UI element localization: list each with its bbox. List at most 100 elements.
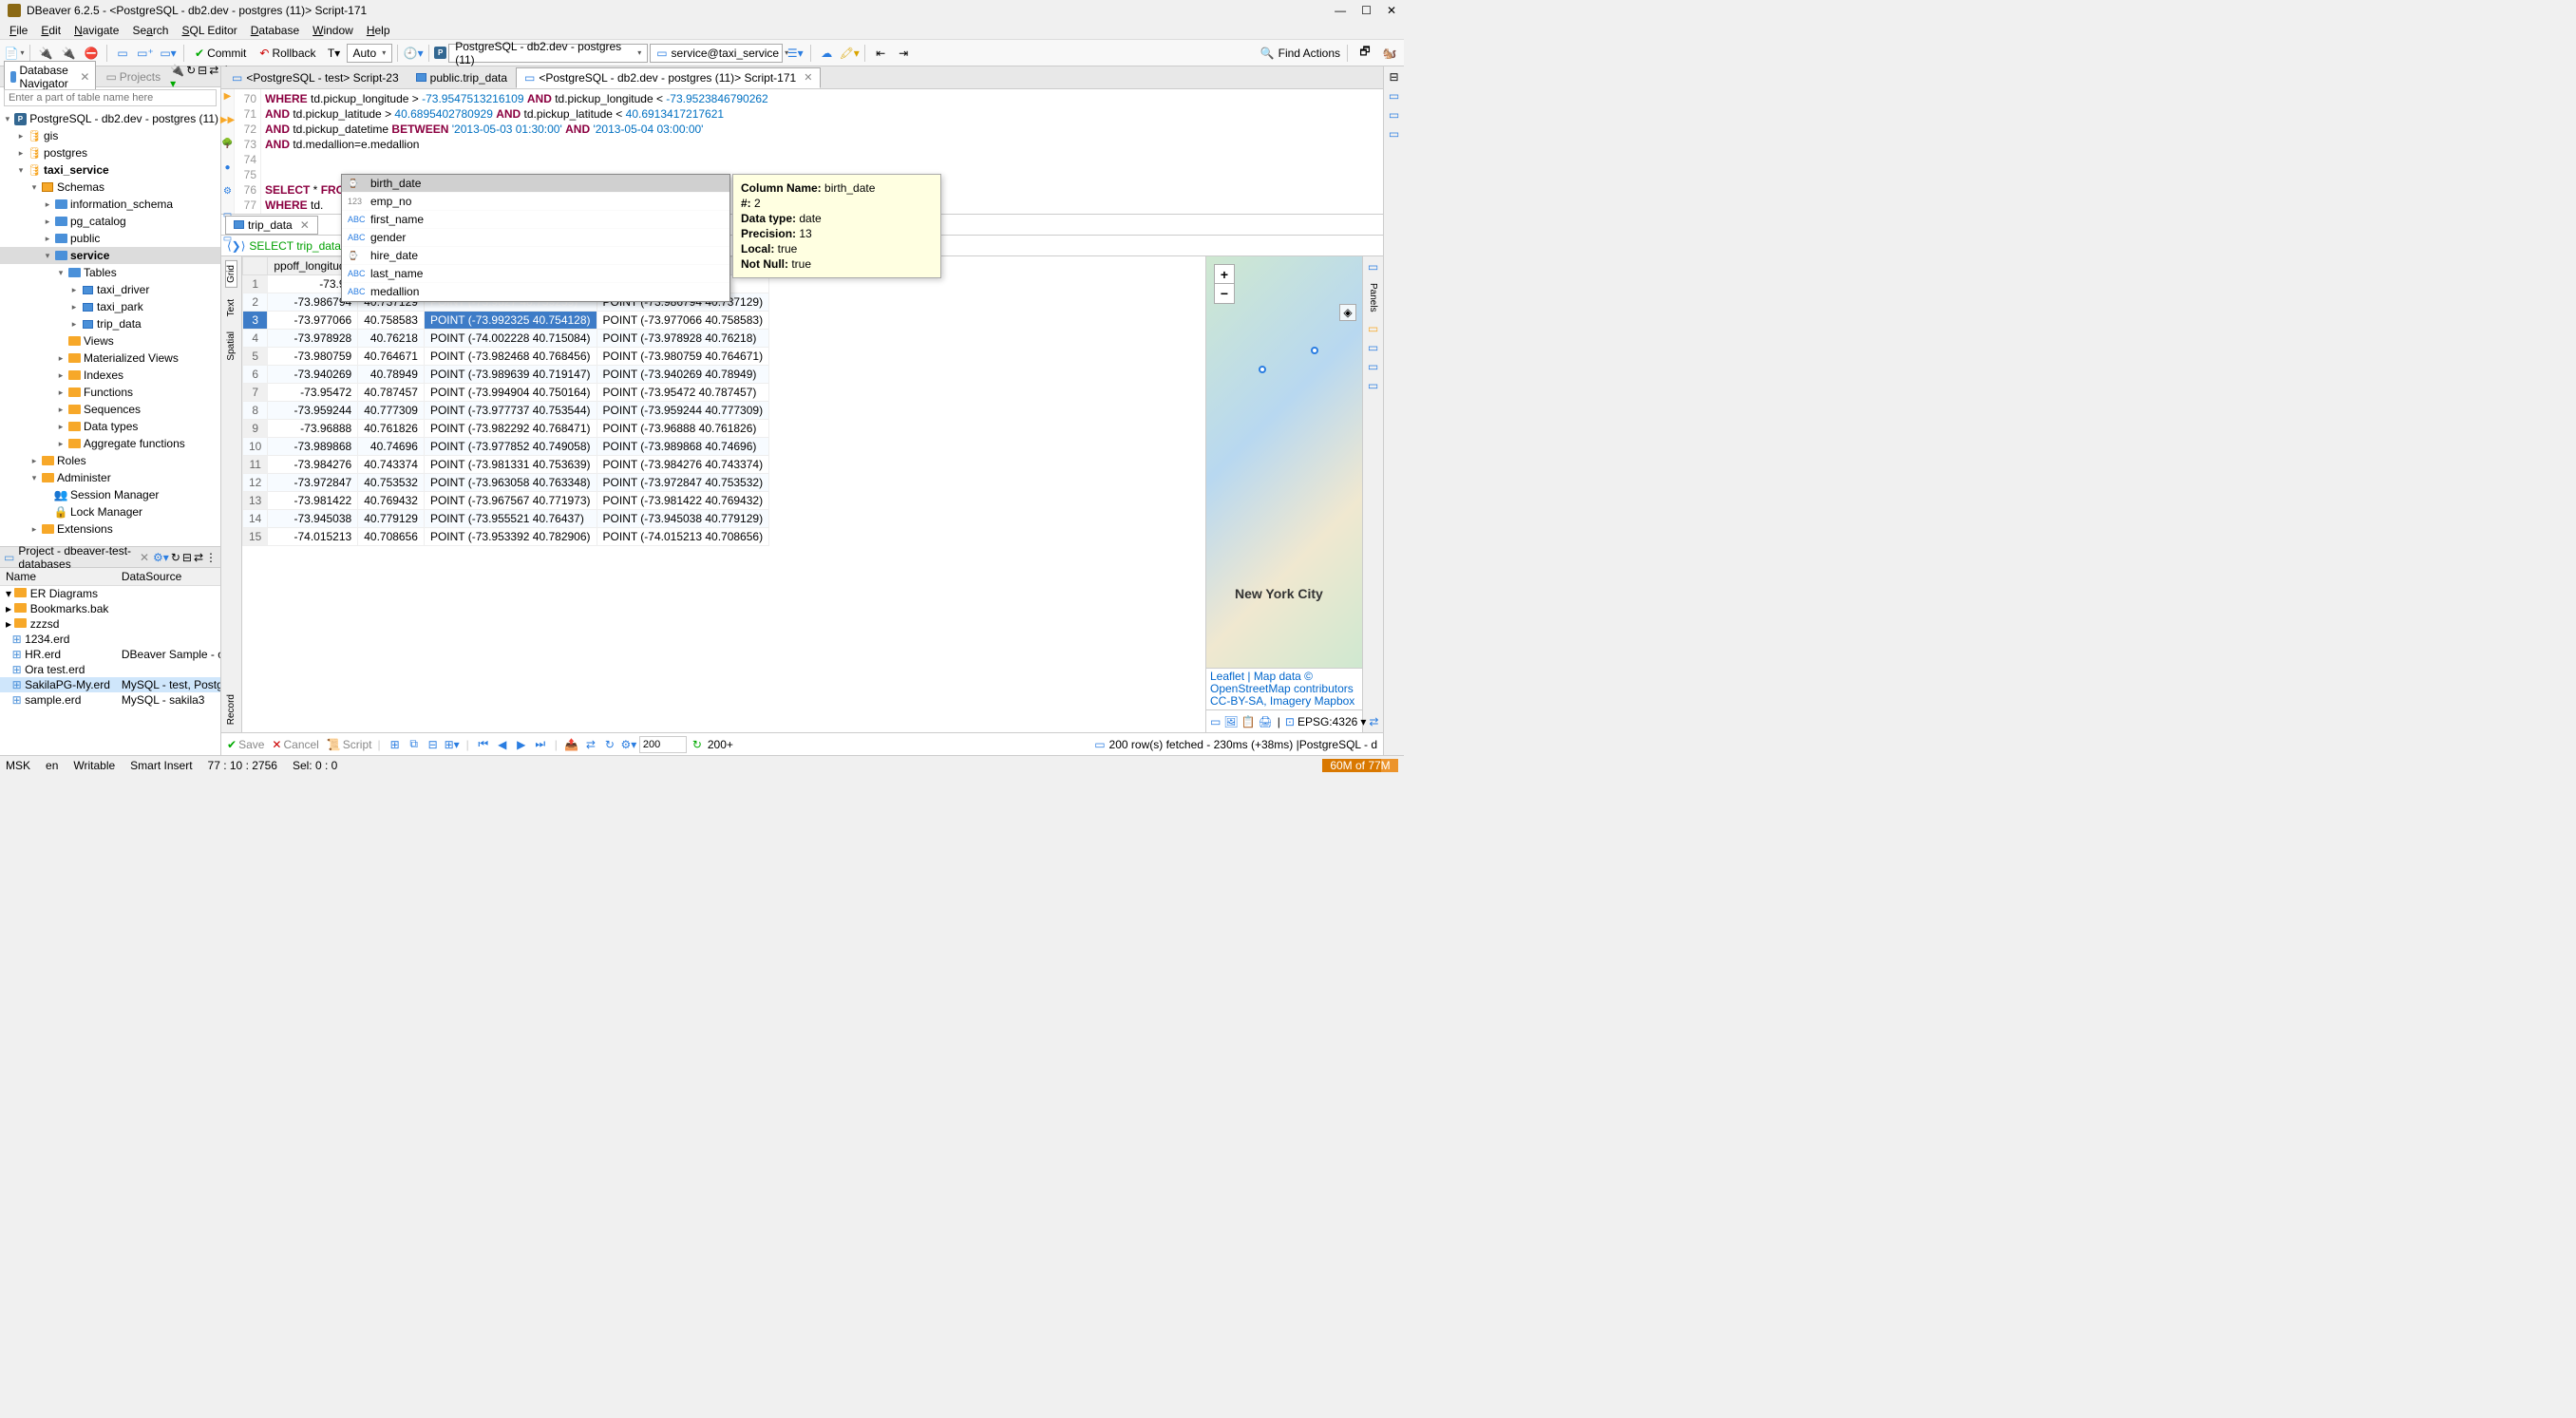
nav-link-icon[interactable]: ⇄ <box>209 64 218 90</box>
menu-database[interactable]: Database <box>245 22 305 39</box>
tree-item[interactable]: ▾🛢taxi_service <box>0 161 220 179</box>
editor-tab[interactable]: ▭<PostgreSQL - db2.dev - postgres (11)> … <box>516 67 821 88</box>
map-pic-icon[interactable]: 🖼 <box>1223 715 1238 728</box>
fetch-size-input[interactable] <box>639 736 687 753</box>
grid-row[interactable]: 8-73.95924440.777309POINT (-73.977737 40… <box>243 402 769 420</box>
exec-plan-icon[interactable]: 🌳 <box>221 139 233 149</box>
project-row[interactable]: ▾ ER Diagrams2019-08-15 23:01:53.429 <box>0 586 220 602</box>
edit-add-row-icon[interactable]: ⊞ <box>387 736 404 753</box>
commit-button[interactable]: ✔Commit <box>189 43 252 64</box>
autocomplete-item[interactable]: ⌚hire_date <box>342 247 729 265</box>
project-row[interactable]: ⊞ SakilaPG-My.erdMySQL - test, Postgr...… <box>0 677 220 692</box>
tree-item[interactable]: ▸Roles <box>0 452 220 469</box>
autocomplete-popup[interactable]: ⌚birth_date123emp_noABCfirst_nameABCgend… <box>341 174 730 302</box>
new-sql-button[interactable]: ▭⁺ <box>135 43 156 64</box>
minimize-button[interactable]: — <box>1335 4 1346 17</box>
connection-combo[interactable]: PostgreSQL - db2.dev - postgres (11)▾ <box>448 44 648 63</box>
close-button[interactable]: ✕ <box>1387 4 1396 17</box>
tree-item[interactable]: ▾service <box>0 247 220 264</box>
menu-help[interactable]: Help <box>361 22 396 39</box>
status-insert[interactable]: Smart Insert <box>130 759 192 772</box>
map-canvas[interactable]: +− New York City ◈ <box>1206 256 1362 668</box>
view-grid-tab[interactable]: Grid <box>225 260 237 288</box>
grid-row[interactable]: 11-73.98427640.743374POINT (-73.981331 4… <box>243 456 769 474</box>
nav-prev-icon[interactable]: ◀ <box>494 736 511 753</box>
proj-collapse-icon[interactable]: ⊟ <box>182 551 192 564</box>
tree-item[interactable]: ▸Extensions <box>0 520 220 538</box>
grid-row[interactable]: 13-73.98142240.769432POINT (-73.967567 4… <box>243 492 769 510</box>
project-row[interactable]: ⊞ HR.erdDBeaver Sample - orcl2019-08-15 … <box>0 647 220 662</box>
edit-more-icon[interactable]: ⊞▾ <box>444 736 461 753</box>
highlight-button[interactable]: 🖍▾ <box>839 43 860 64</box>
maximize-button[interactable]: ☐ <box>1361 4 1372 17</box>
schema-combo[interactable]: ▭service@taxi_service▾ <box>650 44 783 63</box>
proj-refresh-icon[interactable]: ↻ <box>171 551 180 564</box>
tree-item[interactable]: ▾Tables <box>0 264 220 281</box>
outdent-button[interactable]: ⇤ <box>870 43 891 64</box>
col-rownum[interactable] <box>243 257 268 275</box>
memory-gauge[interactable]: 60M of 77M <box>1322 759 1398 772</box>
nav-first-icon[interactable]: ⏮ <box>475 736 492 753</box>
map-open-icon[interactable]: ▭ <box>1210 715 1221 728</box>
map-srs-label[interactable]: EPSG:4326 <box>1297 715 1357 728</box>
tree-item[interactable]: ▸Functions <box>0 384 220 401</box>
proj-menu-icon[interactable]: ⋮ <box>205 551 217 564</box>
nav-last-icon[interactable]: ⏭ <box>532 736 549 753</box>
fetch-icon[interactable]: ↻ <box>601 736 618 753</box>
status-locale[interactable]: MSK <box>6 759 30 772</box>
minimize-view-icon[interactable]: ⊟ <box>1389 70 1398 84</box>
grid-row[interactable]: 7-73.9547240.787457POINT (-73.994904 40.… <box>243 384 769 402</box>
mapbox-link[interactable]: Mapbox <box>1315 694 1355 708</box>
menu-edit[interactable]: Edit <box>35 22 66 39</box>
view-text-tab[interactable]: Text <box>226 295 237 320</box>
grid-row[interactable]: 9-73.9688840.761826POINT (-73.982292 40.… <box>243 420 769 438</box>
proj-col-ds[interactable]: DataSource <box>116 568 220 586</box>
history-button[interactable]: 🕘▾ <box>403 43 424 64</box>
panels-label[interactable]: Panels <box>1368 279 1378 316</box>
cloud-button[interactable]: ☁ <box>816 43 837 64</box>
tree-item[interactable]: ▸Indexes <box>0 367 220 384</box>
map-copy-icon[interactable]: 📋 <box>1241 715 1256 728</box>
panel-refs-icon[interactable]: ▭ <box>1368 360 1378 373</box>
map-panel[interactable]: +− New York City ◈ Leaflet | Map data © … <box>1205 256 1362 732</box>
rollback-button[interactable]: ↶Rollback <box>254 43 321 64</box>
save-button[interactable]: Save <box>238 738 264 751</box>
tree-item[interactable]: ▾PPostgreSQL - db2.dev - postgres (11) <box>0 110 220 127</box>
menu-window[interactable]: Window <box>307 22 359 39</box>
menu-search[interactable]: Search <box>126 22 174 39</box>
tree-item[interactable]: ▸pg_catalog <box>0 213 220 230</box>
editor-tab[interactable]: public.trip_data <box>407 67 516 88</box>
nav-collapse-icon[interactable]: ⊟ <box>198 64 207 90</box>
find-actions-button[interactable]: Find Actions <box>1279 47 1340 60</box>
tree-item[interactable]: ▾Administer <box>0 469 220 486</box>
project-row[interactable]: ▸ Bookmarks.bak2019-08-15 23:01:53.403 <box>0 601 220 616</box>
tab-projects[interactable]: ▭Projects <box>100 68 166 85</box>
grid-row[interactable]: 12-73.97284740.753532POINT (-73.963058 4… <box>243 474 769 492</box>
dbeaver-button[interactable]: 🐿️ <box>1379 43 1400 64</box>
menu-sql-editor[interactable]: SQL Editor <box>176 22 242 39</box>
autocomplete-item[interactable]: ABCfirst_name <box>342 211 729 229</box>
map-marker[interactable] <box>1259 366 1266 373</box>
txn-mode-button[interactable]: T▾ <box>324 43 345 64</box>
outline-icon[interactable]: ▭ <box>1389 89 1399 103</box>
map-marker[interactable] <box>1311 347 1318 354</box>
project-row[interactable]: ⊞ 1234.erd2019-08-15 23:01:53.352 <box>0 632 220 647</box>
toggle-list-button[interactable]: ☰▾ <box>785 43 805 64</box>
project-table[interactable]: Name DataSource Modified ▾ ER Diagrams20… <box>0 568 220 755</box>
tree-item[interactable]: Views <box>0 332 220 350</box>
grid-row[interactable]: 5-73.98075940.764671POINT (-73.982468 40… <box>243 348 769 366</box>
tree-item[interactable]: ▸taxi_driver <box>0 281 220 298</box>
tree-item[interactable]: 👥Session Manager <box>0 486 220 503</box>
recent-sql-button[interactable]: ▭▾ <box>158 43 179 64</box>
tree-item[interactable]: ▸trip_data <box>0 315 220 332</box>
autocomplete-item[interactable]: ABCgender <box>342 229 729 247</box>
edit-del-row-icon[interactable]: ⊟ <box>425 736 442 753</box>
proj-link-icon[interactable]: ⇄ <box>194 551 203 564</box>
navigator-filter-input[interactable] <box>4 89 217 106</box>
grid-row[interactable]: 10-73.98986840.74696POINT (-73.977852 40… <box>243 438 769 456</box>
navigator-tree[interactable]: ▾PPostgreSQL - db2.dev - postgres (11)▸🛢… <box>0 108 220 546</box>
tree-item[interactable]: ▸information_schema <box>0 196 220 213</box>
editor-tab[interactable]: ▭<PostgreSQL - test> Script-23 <box>223 67 407 88</box>
map-srs-icon[interactable]: ⊡ <box>1285 715 1295 728</box>
fetch-next-icon[interactable]: ↻ <box>689 736 706 753</box>
